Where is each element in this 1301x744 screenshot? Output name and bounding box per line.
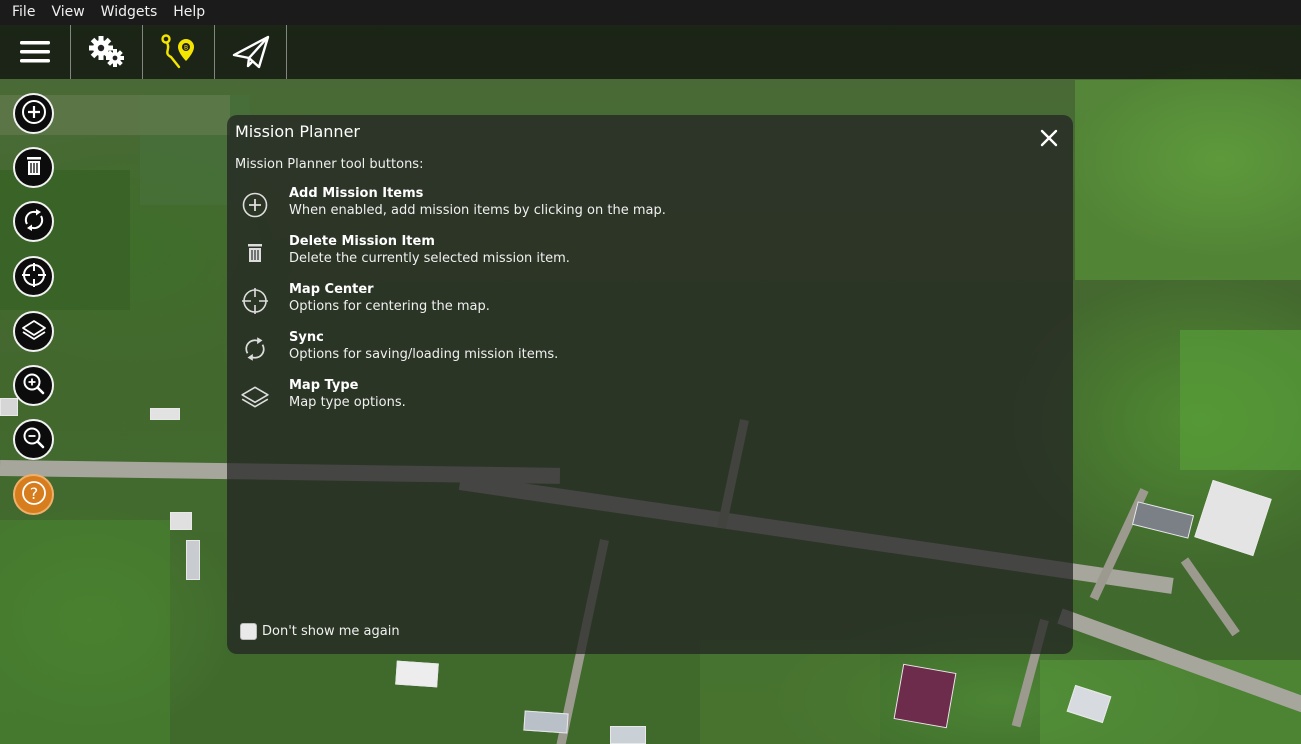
sync-icon — [20, 206, 48, 238]
map-center-button[interactable] — [13, 256, 54, 297]
map-field — [0, 520, 170, 744]
help-item-title: Map Type — [289, 378, 359, 393]
waypoint-route-icon: B — [159, 33, 199, 71]
dont-show-again-checkbox[interactable] — [240, 623, 257, 640]
fly-view-button[interactable] — [215, 25, 287, 79]
svg-text:?: ? — [29, 484, 38, 503]
map-building — [523, 710, 569, 734]
dialog-subtitle: Mission Planner tool buttons: — [235, 157, 424, 172]
add-mission-item-button[interactable] — [13, 93, 54, 134]
help-item-add-mission-items: Add Mission Items When enabled, add miss… — [237, 185, 666, 225]
help-item-description: Options for centering the map. — [289, 299, 490, 314]
zoom-out-button[interactable] — [13, 419, 54, 460]
help-item-description: Delete the currently selected mission it… — [289, 251, 570, 266]
hamburger-menu-button[interactable] — [0, 25, 71, 79]
map-building — [170, 512, 192, 530]
help-item-map-center: Map Center Options for centering the map… — [237, 281, 490, 321]
map-type-button[interactable] — [13, 311, 54, 352]
help-item-sync: Sync Options for saving/loading mission … — [237, 329, 558, 369]
map-field — [700, 640, 880, 744]
menu-help[interactable]: Help — [165, 0, 213, 25]
paper-plane-icon — [231, 33, 271, 71]
help-item-title: Delete Mission Item — [289, 234, 435, 249]
help-item-delete-mission-item: Delete Mission Item Delete the currently… — [237, 233, 570, 273]
trash-icon — [237, 235, 273, 271]
map-building — [186, 540, 200, 580]
menu-widgets[interactable]: Widgets — [93, 0, 166, 25]
map-building — [0, 398, 18, 416]
sync-icon — [237, 331, 273, 367]
dont-show-again-option[interactable]: Don't show me again — [240, 623, 400, 640]
hamburger-menu-icon — [19, 39, 51, 65]
crosshair-icon — [237, 283, 273, 319]
zoom-in-icon — [21, 371, 47, 401]
help-button[interactable]: ? — [13, 474, 54, 515]
add-icon — [237, 187, 273, 223]
map-building — [150, 408, 180, 420]
map-field — [1180, 330, 1301, 470]
settings-button[interactable] — [71, 25, 143, 79]
svg-text:B: B — [183, 45, 187, 52]
main-toolbar: B — [0, 25, 1301, 79]
mission-planner-button[interactable]: B — [143, 25, 215, 79]
help-item-title: Sync — [289, 330, 324, 345]
trash-icon — [22, 154, 46, 182]
map-lane — [1180, 557, 1240, 637]
dont-show-again-label: Don't show me again — [262, 624, 400, 639]
map-building — [395, 660, 439, 688]
help-icon: ? — [20, 479, 48, 511]
crosshair-icon — [20, 261, 48, 293]
menu-bar: File View Widgets Help — [0, 0, 1301, 25]
zoom-out-icon — [21, 425, 47, 455]
map-building — [893, 663, 957, 729]
dialog-title: Mission Planner — [235, 122, 360, 141]
map-building — [610, 726, 646, 744]
gear-icon — [88, 34, 126, 70]
help-item-description: Options for saving/loading mission items… — [289, 347, 559, 362]
map-building — [1131, 501, 1195, 539]
map-field — [1075, 80, 1301, 280]
layers-icon — [20, 316, 48, 348]
help-item-map-type: Map Type Map type options. — [237, 377, 406, 417]
help-item-title: Add Mission Items — [289, 186, 424, 201]
close-button[interactable] — [1039, 128, 1059, 148]
add-icon — [20, 98, 48, 130]
menu-view[interactable]: View — [43, 0, 92, 25]
help-item-description: When enabled, add mission items by click… — [289, 203, 666, 218]
layers-icon — [237, 379, 273, 415]
menu-file[interactable]: File — [4, 0, 43, 25]
delete-mission-item-button[interactable] — [13, 147, 54, 188]
help-item-title: Map Center — [289, 282, 374, 297]
close-icon — [1039, 129, 1059, 152]
zoom-in-button[interactable] — [13, 365, 54, 406]
mission-planner-dialog: Mission Planner Mission Planner tool but… — [227, 115, 1073, 654]
map-building — [1194, 479, 1272, 557]
help-item-description: Map type options. — [289, 395, 406, 410]
sync-button[interactable] — [13, 201, 54, 242]
